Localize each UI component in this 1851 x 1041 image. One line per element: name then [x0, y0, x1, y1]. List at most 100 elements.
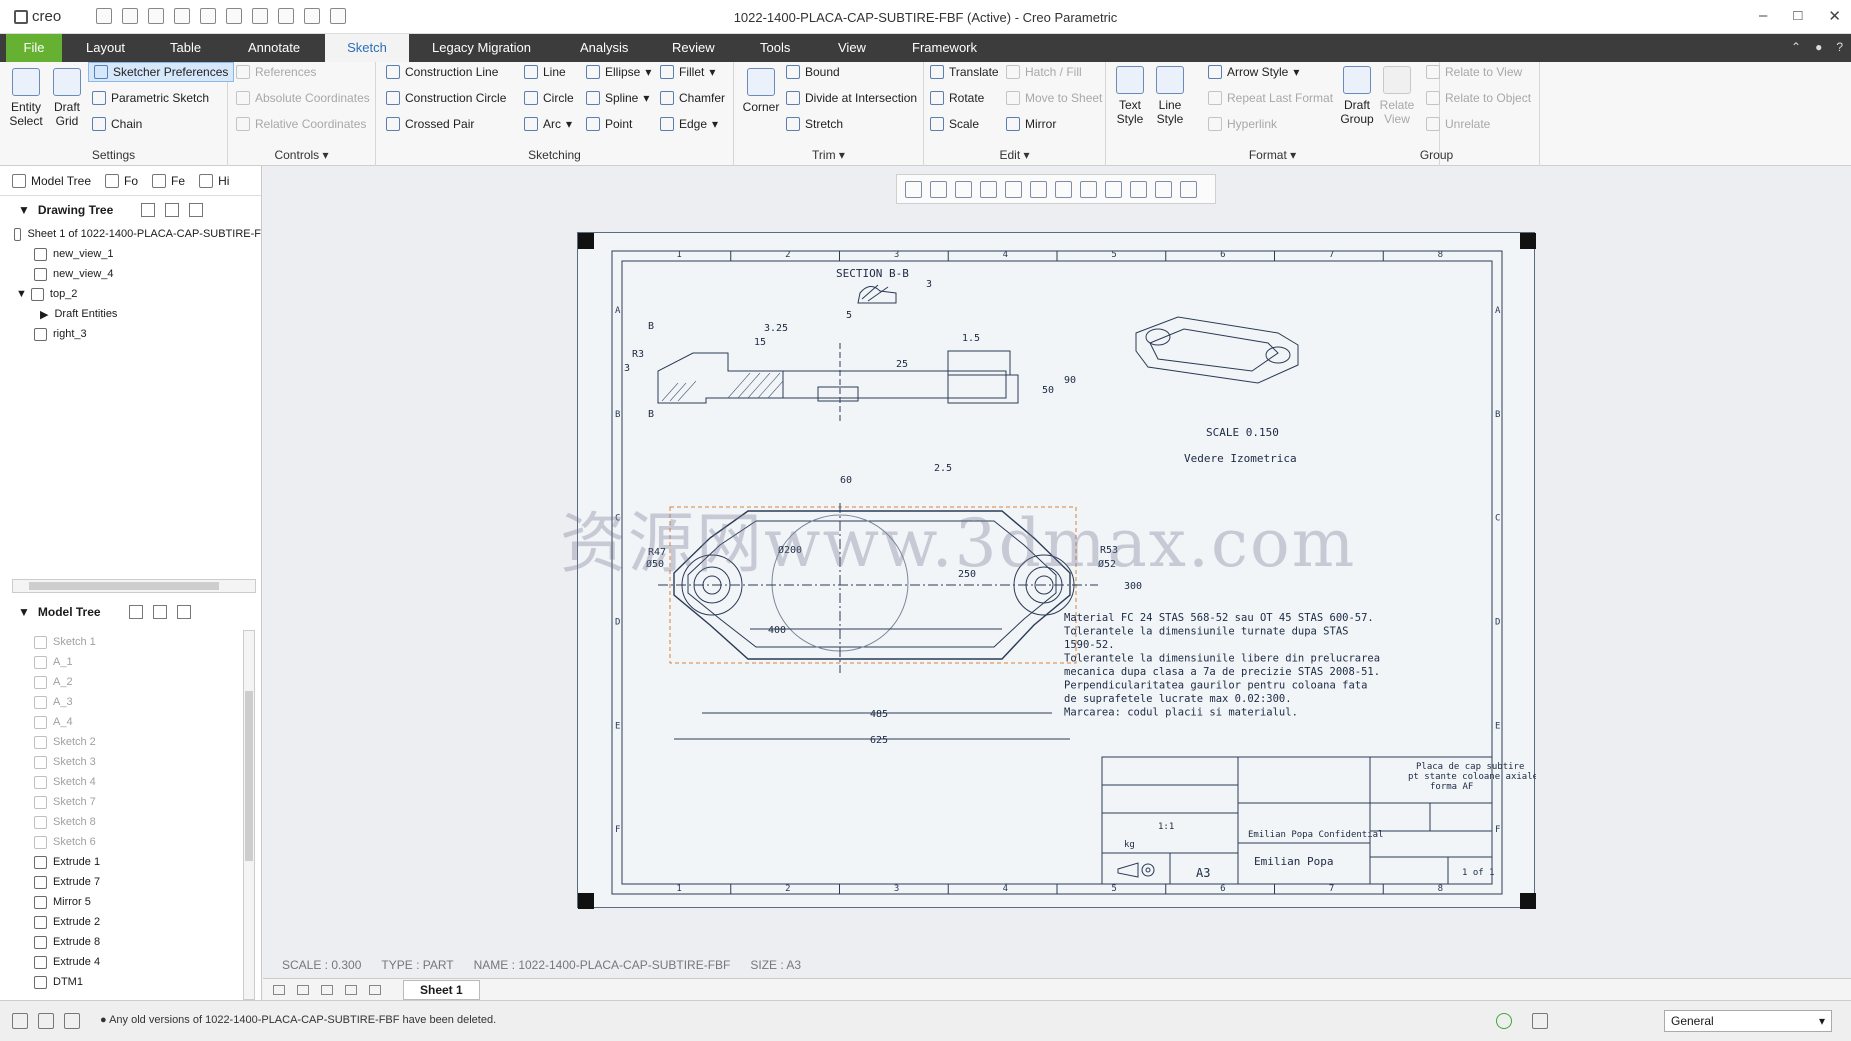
axis-display-icon[interactable]: [1130, 180, 1147, 198]
rotate-button[interactable]: Rotate: [930, 88, 984, 108]
line-style-button[interactable]: Line Style: [1152, 66, 1188, 126]
tab-folder-browser[interactable]: Fo: [105, 173, 138, 188]
draft-grid-button[interactable]: Draft Grid: [48, 68, 86, 128]
model-tree-item[interactable]: Sketch 6: [34, 832, 100, 852]
fillet-button[interactable]: Fillet ▾: [660, 62, 715, 82]
model-tree-item[interactable]: A_4: [34, 712, 100, 732]
model-tree-item[interactable]: Extrude 2: [34, 912, 100, 932]
collapse-icon[interactable]: ▼: [18, 203, 30, 217]
minimize-ribbon-icon[interactable]: ⌃: [1791, 40, 1801, 54]
relate-to-view-button[interactable]: Relate to View: [1426, 62, 1522, 82]
model-tree-item[interactable]: Extrude 4: [34, 952, 100, 972]
last-sheet-icon[interactable]: [345, 984, 357, 995]
find-icon[interactable]: [1532, 1013, 1548, 1029]
model-tree-item[interactable]: Sketch 4: [34, 772, 100, 792]
fullscreen-icon[interactable]: [64, 1013, 80, 1029]
bound-button[interactable]: Bound: [786, 62, 840, 82]
entity-select-button[interactable]: Entity Select: [6, 68, 46, 128]
tab-favorites[interactable]: Fe: [152, 173, 185, 188]
expand-icon[interactable]: ▶: [40, 308, 48, 321]
scroll-thumb[interactable]: [29, 582, 219, 590]
csys-display-icon[interactable]: [1180, 180, 1197, 198]
tree-settings-icon[interactable]: [141, 203, 156, 217]
annotation-display-icon[interactable]: [1105, 180, 1122, 198]
model-tree-item[interactable]: Sketch 3: [34, 752, 100, 772]
tree-item-draft-entities[interactable]: ▶ Draft Entities: [14, 304, 261, 324]
parametric-sketch-button[interactable]: Parametric Sketch: [92, 88, 209, 108]
group-controls-label[interactable]: Controls ▾: [228, 148, 375, 162]
maximize-icon[interactable]: □: [1793, 7, 1802, 25]
spline-button[interactable]: Spline ▾: [586, 88, 649, 108]
tab-view[interactable]: View: [826, 34, 878, 62]
show-icon[interactable]: [152, 605, 167, 619]
close-icon[interactable]: ✕: [1828, 7, 1841, 25]
scale-button[interactable]: Scale: [930, 114, 979, 134]
corner-button[interactable]: Corner: [738, 68, 784, 114]
tab-annotate[interactable]: Annotate: [236, 34, 312, 62]
tree-item-view[interactable]: right_3: [14, 324, 261, 344]
model-tree-item[interactable]: Sketch 2: [34, 732, 100, 752]
unrelate-button[interactable]: Unrelate: [1426, 114, 1490, 134]
corner-handle[interactable]: [1520, 893, 1536, 909]
filter-icon[interactable]: [189, 203, 204, 217]
model-tree-item[interactable]: Sketch 7: [34, 792, 100, 812]
tree-item-view[interactable]: new_view_1: [14, 244, 261, 264]
crossed-pair-button[interactable]: Crossed Pair: [386, 114, 474, 134]
tab-table[interactable]: Table: [158, 34, 213, 62]
tab-legacy-migration[interactable]: Legacy Migration: [420, 34, 543, 62]
corner-handle[interactable]: [578, 893, 594, 909]
regen-status-icon[interactable]: [1496, 1013, 1512, 1029]
ellipse-button[interactable]: Ellipse ▾: [586, 62, 651, 82]
corner-handle[interactable]: [578, 233, 594, 249]
translate-button[interactable]: Translate: [930, 62, 999, 82]
arrow-style-button[interactable]: Arrow Style ▾: [1208, 62, 1299, 82]
model-tree-item[interactable]: Sketch 1: [34, 632, 100, 652]
relate-to-object-button[interactable]: Relate to Object: [1426, 88, 1531, 108]
sketcher-preferences-button[interactable]: Sketcher Preferences: [88, 62, 235, 82]
add-sheet-icon[interactable]: [369, 984, 381, 995]
edge-button[interactable]: Edge ▾: [660, 114, 718, 134]
scroll-thumb[interactable]: [245, 691, 253, 861]
model-tree-vscrollbar[interactable]: [243, 630, 255, 1000]
references-button[interactable]: References: [236, 62, 316, 82]
circle-button[interactable]: Circle: [524, 88, 574, 108]
tree-item-view[interactable]: new_view_4: [14, 264, 261, 284]
zoom-out-icon[interactable]: [955, 180, 972, 198]
tab-analysis[interactable]: Analysis: [568, 34, 640, 62]
browser-toggle-icon[interactable]: [38, 1013, 54, 1029]
tree-settings-icon[interactable]: [128, 605, 143, 619]
tab-sketch[interactable]: Sketch: [325, 34, 409, 62]
divide-at-intersection-button[interactable]: Divide at Intersection: [786, 88, 917, 108]
tree-item-sheet[interactable]: Sheet 1 of 1022-1400-PLACA-CAP-SUBTIRE-F: [14, 224, 261, 244]
point-display-icon[interactable]: [1155, 180, 1172, 198]
collapse-icon[interactable]: ▼: [18, 605, 30, 619]
tab-file[interactable]: File: [6, 34, 62, 62]
display-style-icon[interactable]: [1005, 180, 1022, 198]
relative-coordinates-button[interactable]: Relative Coordinates: [236, 114, 366, 134]
model-tree-item[interactable]: Extrude 1: [34, 852, 100, 872]
chain-button[interactable]: Chain: [92, 114, 142, 134]
navigator-toggle-icon[interactable]: [12, 1013, 28, 1029]
construction-line-button[interactable]: Construction Line: [386, 62, 498, 82]
model-tree-item[interactable]: A_1: [34, 652, 100, 672]
chamfer-button[interactable]: Chamfer: [660, 88, 725, 108]
move-to-sheet-button[interactable]: Move to Sheet: [1006, 88, 1102, 108]
expand-icon[interactable]: ▼: [16, 288, 27, 300]
construction-circle-button[interactable]: Construction Circle: [386, 88, 506, 108]
repeat-last-format-button[interactable]: Repeat Last Format: [1208, 88, 1333, 108]
prev-sheet-icon[interactable]: [297, 984, 309, 995]
tree-item-view[interactable]: ▼ top_2: [14, 284, 261, 304]
tab-history[interactable]: Hi: [199, 173, 229, 188]
model-tree-item[interactable]: Sketch 8: [34, 812, 100, 832]
drawing-tree-hscrollbar[interactable]: [12, 579, 256, 593]
model-tree-item[interactable]: A_2: [34, 672, 100, 692]
user-icon[interactable]: ●: [1815, 40, 1822, 54]
group-trim-label[interactable]: Trim ▾: [734, 148, 923, 162]
zoom-in-icon[interactable]: [930, 180, 947, 198]
refit-icon[interactable]: [905, 180, 922, 198]
mirror-button[interactable]: Mirror: [1006, 114, 1056, 134]
tab-review[interactable]: Review: [660, 34, 727, 62]
corner-handle[interactable]: [1520, 233, 1536, 249]
hyperlink-button[interactable]: Hyperlink: [1208, 114, 1277, 134]
minimize-icon[interactable]: –: [1759, 7, 1767, 25]
